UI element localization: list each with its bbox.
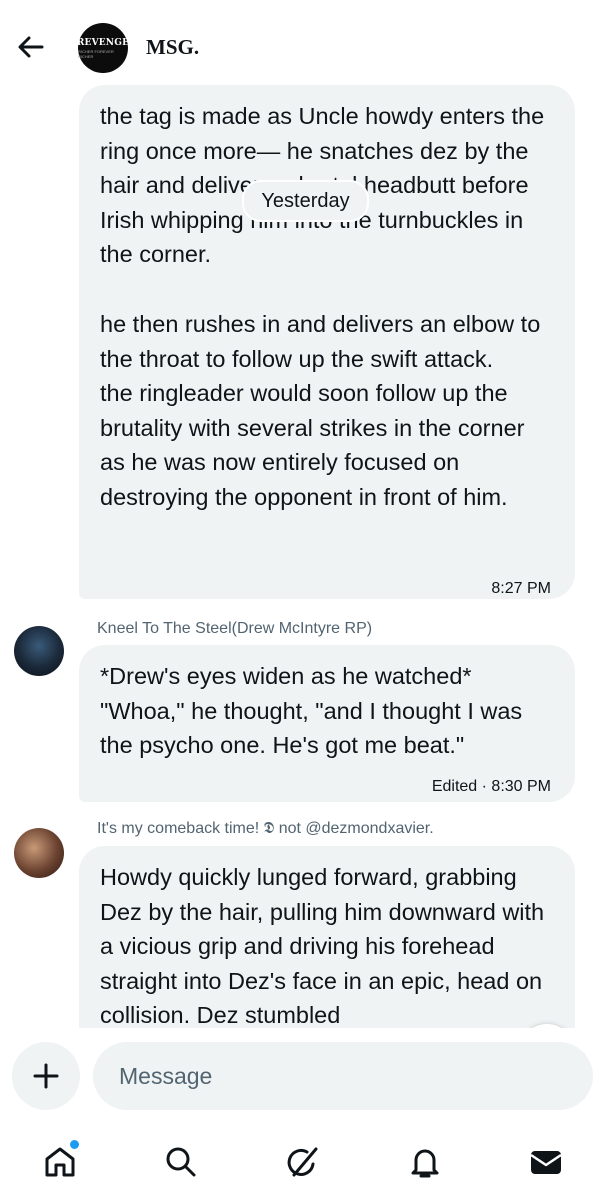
message-input[interactable]: Message	[93, 1042, 593, 1110]
sender-name: Kneel To The Steel(Drew McIntyre RP)	[97, 620, 373, 637]
mail-icon	[530, 1151, 562, 1174]
tab-grok[interactable]	[283, 1142, 323, 1182]
message-bubble[interactable]: *Drew's eyes widen as he watched* "Whoa,…	[79, 645, 575, 802]
bottom-nav	[0, 1128, 606, 1199]
message-text: he then rushes in and delivers an elbow …	[100, 310, 541, 510]
sender-name: It's my comeback time! 𝕯 not @dezmondxav…	[97, 820, 434, 837]
tab-home[interactable]	[40, 1138, 81, 1182]
group-avatar-logo-sub: RICHER FOREVER RICHER	[78, 48, 114, 59]
grok-icon	[287, 1147, 318, 1177]
avatar[interactable]	[14, 626, 64, 676]
date-separator: Yesterday	[242, 180, 369, 222]
message-timestamp: Edited · 8:30 PM	[431, 778, 551, 795]
conversation-header: REVENGE RICHER FOREVER RICHER MSG.	[0, 0, 606, 80]
search-icon	[166, 1147, 196, 1177]
avatar[interactable]	[14, 828, 64, 878]
message-bubble[interactable]: the tag is made as Uncle howdy enters th…	[79, 85, 575, 599]
message-text: *Drew's eyes widen as he watched* "Whoa,…	[100, 663, 523, 759]
conversation-title[interactable]: MSG.	[146, 35, 199, 60]
message-list[interactable]: the tag is made as Uncle howdy enters th…	[0, 80, 606, 1028]
group-avatar[interactable]: REVENGE RICHER FOREVER RICHER	[76, 23, 130, 73]
notification-dot	[68, 1138, 81, 1151]
arrow-left-icon	[18, 36, 44, 58]
tab-search[interactable]	[161, 1142, 201, 1182]
message-bubble[interactable]: Howdy quickly lunged forward, grabbing D…	[79, 846, 575, 1028]
bell-icon	[411, 1149, 439, 1178]
group-avatar-logo: REVENGE	[76, 37, 130, 48]
back-button[interactable]	[14, 30, 48, 64]
plus-icon	[33, 1063, 59, 1089]
tab-notifications[interactable]	[405, 1142, 445, 1182]
tab-messages[interactable]	[526, 1142, 566, 1182]
composer: Message	[0, 1028, 606, 1128]
message-timestamp: 8:27 PM	[491, 580, 551, 597]
message-text: Howdy quickly lunged forward, grabbing D…	[100, 864, 545, 1028]
add-media-button[interactable]	[12, 1042, 80, 1110]
